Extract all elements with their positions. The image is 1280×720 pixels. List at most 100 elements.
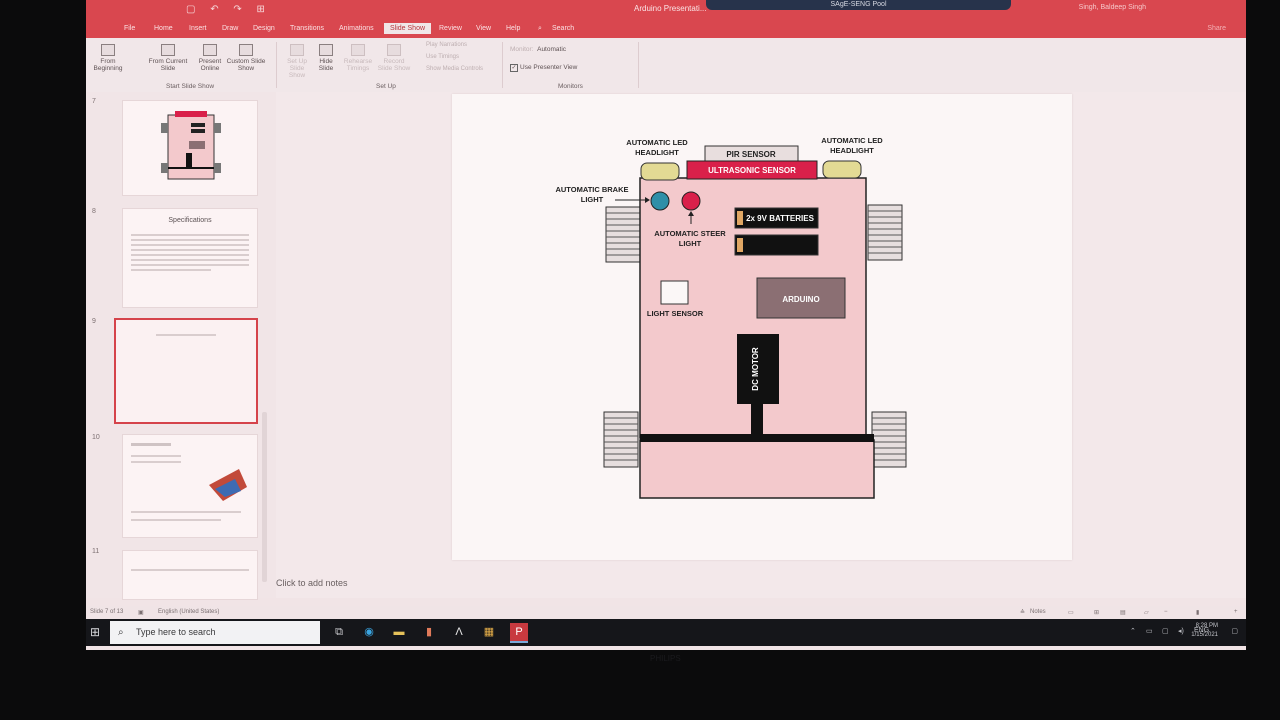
slide-sorter-icon[interactable]: ⊞ xyxy=(1094,609,1099,616)
slide-canvas[interactable]: PIR SENSOR ULTRASONIC SENSOR AUTOMATIC L… xyxy=(452,94,1072,560)
wheel-top-left xyxy=(605,206,641,263)
checkmark-icon: ✓ xyxy=(510,64,518,72)
title-bar: ▢ ↶ ↷ ⊞ Arduino Presentati... SAgE-SENG … xyxy=(86,0,1246,20)
steer-label-1: AUTOMATIC STEER xyxy=(654,229,726,238)
wheel-top-right xyxy=(867,204,903,261)
headlight-left xyxy=(640,162,680,181)
folder-icon[interactable]: ▦ xyxy=(480,623,498,641)
headlight-left-label-1: AUTOMATIC LED xyxy=(626,138,688,147)
clock[interactable]: 8:28 PM 1/15/2021 xyxy=(1191,622,1218,640)
wheel-bottom-left xyxy=(603,411,639,468)
dc-motor-label: DC MOTOR xyxy=(751,347,760,391)
arduino-label: ARDUINO xyxy=(782,295,819,304)
screen: ▢ ↶ ↷ ⊞ Arduino Presentati... SAgE-SENG … xyxy=(86,0,1246,650)
headlight-left-label-2: HEADLIGHT xyxy=(635,148,679,157)
clock-time: 8:28 PM xyxy=(1195,623,1218,629)
app-icon[interactable]: ▮ xyxy=(420,623,438,641)
notes-pane[interactable]: Click to add notes xyxy=(276,578,348,588)
tab-help[interactable]: Help xyxy=(506,25,520,32)
reading-view-icon[interactable]: ▤ xyxy=(1120,609,1126,616)
setup-icon xyxy=(290,44,304,56)
search-icon: ⌕ xyxy=(118,627,124,638)
tab-slide-show[interactable]: Slide Show xyxy=(384,23,432,34)
tab-design[interactable]: Design xyxy=(253,25,275,32)
powerpoint-icon[interactable]: P xyxy=(510,623,528,643)
robot-diagram: PIR SENSOR ULTRASONIC SENSOR AUTOMATIC L… xyxy=(555,136,907,499)
tab-home[interactable]: Home xyxy=(154,25,173,32)
slide-thumbnail-7[interactable] xyxy=(122,100,258,196)
tab-view[interactable]: View xyxy=(476,25,491,32)
tab-file[interactable]: File xyxy=(124,25,135,32)
tab-transitions[interactable]: Transitions xyxy=(290,25,324,32)
group-label-monitors: Monitors xyxy=(558,83,583,90)
use-timings-checkbox[interactable]: Use Timings xyxy=(426,54,459,60)
network-icon[interactable]: ▭ xyxy=(1146,627,1153,635)
set-up-button[interactable]: Set Up Slide Show xyxy=(282,44,312,79)
thumb-number: 9 xyxy=(92,318,96,325)
slideshow-icon[interactable]: ▱ xyxy=(1144,609,1149,616)
headlight-right-label-2: HEADLIGHT xyxy=(830,146,874,155)
zoom-out-icon[interactable]: − xyxy=(1164,609,1168,615)
share-button[interactable]: Share xyxy=(1207,25,1226,32)
play-narrations-checkbox[interactable]: Play Narrations xyxy=(426,42,467,48)
language-indicator[interactable]: English (United States) xyxy=(158,609,219,615)
from-current-button[interactable]: From Current Slide xyxy=(148,44,188,72)
tell-me-search[interactable]: Search xyxy=(552,25,574,32)
steer-light xyxy=(681,191,701,211)
record-button[interactable]: Record Slide Show xyxy=(376,44,412,72)
autocad-icon[interactable]: Λ xyxy=(450,623,468,641)
car-rear xyxy=(639,439,875,499)
tray-chevron-icon[interactable]: ⌃ xyxy=(1130,627,1136,635)
from-beginning-button[interactable]: From Beginning xyxy=(90,44,126,72)
rehearse-button[interactable]: Rehearse Timings xyxy=(342,44,374,72)
ultrasonic-sensor-label: ULTRASONIC SENSOR xyxy=(708,166,796,175)
batteries-label: 2x 9V BATTERIES xyxy=(746,214,815,223)
hide-slide-button[interactable]: Hide Slide xyxy=(314,44,338,72)
notification-icon[interactable]: ▢ xyxy=(1231,627,1238,635)
light-sensor-label: LIGHT SENSOR xyxy=(647,309,704,318)
pir-sensor-label: PIR SENSOR xyxy=(726,150,776,159)
monitor-select[interactable]: Monitor: Automatic xyxy=(510,46,566,53)
zoom-in-icon[interactable]: + xyxy=(1234,609,1238,615)
file-explorer-icon[interactable]: ▬ xyxy=(390,623,408,641)
taskbar-search[interactable]: ⌕ Type here to search xyxy=(110,621,320,644)
battery-2 xyxy=(734,234,819,256)
search-icon[interactable]: ⌕ xyxy=(538,25,542,33)
slide-thumbnail-8[interactable]: Specifications xyxy=(122,208,258,308)
notes-button[interactable]: Notes xyxy=(1030,609,1046,615)
monitor-brand: PHILIPS xyxy=(650,654,681,663)
user-name[interactable]: Singh, Baldeep Singh xyxy=(1079,4,1146,11)
tab-insert[interactable]: Insert xyxy=(189,25,207,32)
thumb-title: Specifications xyxy=(168,217,212,224)
slide-thumbnail-11[interactable] xyxy=(122,550,258,600)
slide-thumbnail-10[interactable] xyxy=(122,434,258,538)
present-online-button[interactable]: Present Online xyxy=(194,44,226,72)
separator xyxy=(276,42,277,88)
group-label-setup: Set Up xyxy=(376,83,396,90)
custom-show-button[interactable]: Custom Slide Show xyxy=(226,44,266,72)
slide-thumbnail-9[interactable] xyxy=(114,318,258,424)
show-media-checkbox[interactable]: Show Media Controls xyxy=(426,66,483,72)
zoom-slider[interactable]: ▮ xyxy=(1196,609,1199,616)
thumb-number: 11 xyxy=(92,548,100,555)
presenter-view-checkbox[interactable]: ✓ Use Presenter View xyxy=(510,64,577,72)
spellcheck-icon[interactable]: ▣ xyxy=(138,609,144,616)
thumbnail-scrollbar[interactable] xyxy=(262,412,267,582)
quick-access-toolbar[interactable]: ▢ ↶ ↷ ⊞ xyxy=(186,4,271,15)
light-sensor-box xyxy=(660,280,689,305)
tab-review[interactable]: Review xyxy=(439,25,462,32)
task-view-icon[interactable]: ⧉ xyxy=(330,623,348,641)
normal-view-icon[interactable]: ▭ xyxy=(1068,609,1074,616)
thumb-number: 10 xyxy=(92,434,100,441)
tab-draw[interactable]: Draw xyxy=(222,25,238,32)
volume-icon[interactable]: ◂) xyxy=(1178,627,1184,635)
windows-start-icon[interactable]: ⊞ xyxy=(90,625,100,639)
display-icon[interactable]: ▢ xyxy=(1162,627,1169,635)
slide-count: Slide 7 of 13 xyxy=(90,609,124,615)
account-pill[interactable]: SAgE-SENG Pool xyxy=(706,0,1011,10)
notes-icon[interactable]: ≙ xyxy=(1020,609,1025,616)
tab-animations[interactable]: Animations xyxy=(339,25,374,32)
battery-1-terminal xyxy=(737,211,743,225)
headlight-right xyxy=(822,160,862,179)
edge-icon[interactable]: ◉ xyxy=(360,623,378,641)
